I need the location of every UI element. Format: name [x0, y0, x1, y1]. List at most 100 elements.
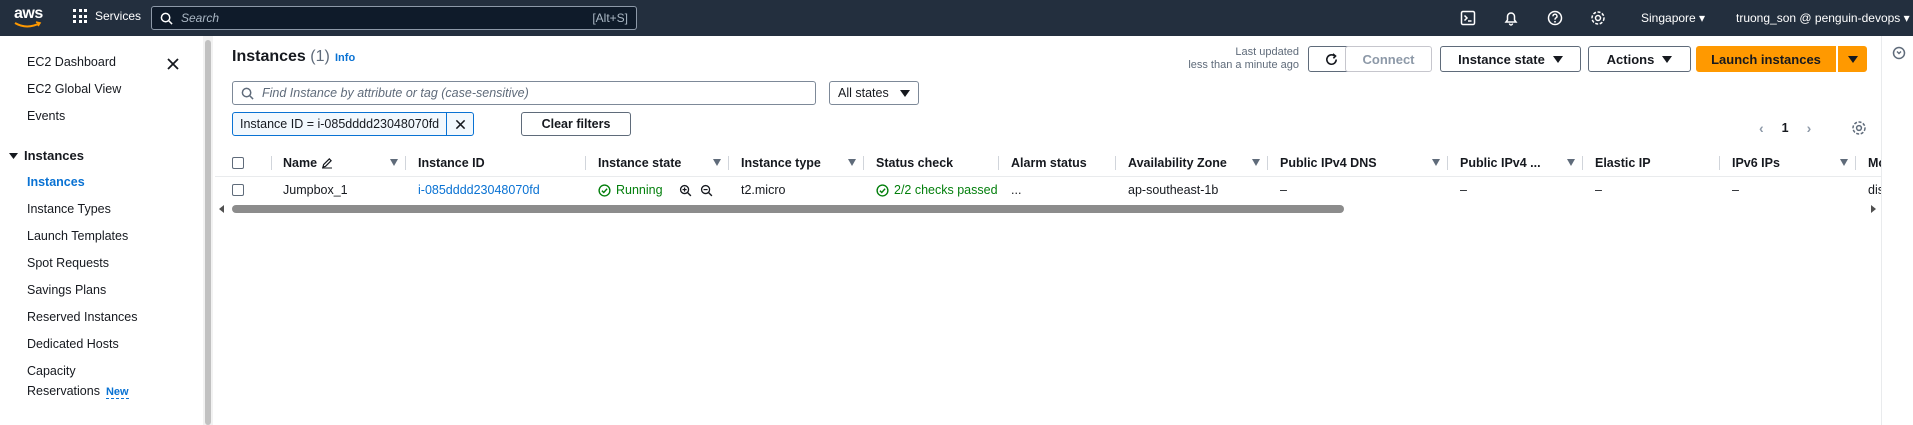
- filter-token[interactable]: Instance ID = i-085dddd23048070fd: [232, 112, 475, 136]
- zoom-out-icon[interactable]: [700, 184, 713, 197]
- previous-page-button[interactable]: ‹: [1759, 120, 1764, 136]
- new-badge: New: [105, 386, 129, 399]
- pencil-icon: [322, 158, 333, 169]
- horizontal-scroll-thumb[interactable]: [232, 205, 1344, 213]
- sort-down-icon[interactable]: [1840, 159, 1848, 166]
- refresh-icon: [1325, 52, 1337, 65]
- column-label: Name: [283, 156, 318, 170]
- caret-down-icon: [900, 89, 910, 97]
- connect-button[interactable]: Connect: [1345, 46, 1432, 72]
- column-header-alarm-status[interactable]: Alarm status: [999, 150, 1116, 176]
- cell-instance-state: Running: [586, 177, 729, 203]
- scroll-left-arrow[interactable]: [219, 205, 224, 213]
- sidebar-item-reserved-instances[interactable]: Reserved Instances: [27, 310, 137, 324]
- sidebar-item-savings-plans[interactable]: Savings Plans: [27, 283, 106, 297]
- sidebar-scroll-thumb[interactable]: [205, 40, 211, 425]
- launch-instances-dropdown[interactable]: [1838, 46, 1867, 72]
- column-label: Elastic IP: [1595, 156, 1651, 170]
- cell-elastic-ip: –: [1595, 183, 1602, 197]
- sidebar-section-instances[interactable]: Instances: [9, 148, 84, 163]
- column-header-availability-zone[interactable]: Availability Zone: [1116, 150, 1268, 176]
- column-label: Availability Zone: [1128, 156, 1227, 170]
- scroll-right-arrow[interactable]: [1871, 205, 1876, 213]
- close-icon[interactable]: [165, 56, 181, 72]
- aws-logo[interactable]: aws: [14, 5, 44, 29]
- column-label: Status check: [876, 156, 954, 170]
- region-selector[interactable]: Singapore ▾: [1641, 11, 1705, 25]
- table-row[interactable]: Jumpbox_1 i-085dddd23048070fd Running t2…: [215, 176, 1881, 202]
- actions-dropdown[interactable]: Actions: [1588, 46, 1691, 72]
- sidebar-item-capacity[interactable]: Capacity: [27, 364, 76, 378]
- instance-state-filter-select[interactable]: All states: [829, 81, 919, 105]
- sort-down-icon[interactable]: [1567, 159, 1575, 166]
- sort-down-icon[interactable]: [713, 159, 721, 166]
- sidebar-item-instance-types[interactable]: Instance Types: [27, 202, 111, 216]
- column-header-monitoring[interactable]: Moni: [1856, 150, 1881, 176]
- sidebar-item-instances[interactable]: Instances: [27, 175, 85, 189]
- caret-down-icon: [9, 152, 18, 159]
- search-icon: [241, 87, 254, 100]
- global-search-input[interactable]: [181, 11, 593, 25]
- select-all-checkbox[interactable]: [232, 157, 244, 169]
- column-header-instance-type[interactable]: Instance type: [729, 150, 864, 176]
- sort-down-icon[interactable]: [1432, 159, 1440, 166]
- cell-instance-type: t2.micro: [741, 183, 786, 197]
- column-header-instance-id[interactable]: Instance ID: [406, 150, 586, 176]
- check-circle-icon: [876, 183, 889, 197]
- instance-filter-input[interactable]: [262, 86, 807, 100]
- sort-down-icon[interactable]: [390, 159, 398, 166]
- info-link[interactable]: Info: [335, 52, 355, 64]
- sidebar-item-events[interactable]: Events: [27, 109, 65, 123]
- bell-icon[interactable]: [1503, 10, 1519, 26]
- settings-icon[interactable]: [1590, 10, 1606, 26]
- global-search[interactable]: [Alt+S]: [151, 6, 637, 30]
- cell-alarm-status[interactable]: ...: [999, 177, 1116, 203]
- column-header-ipv6-ips[interactable]: IPv6 IPs: [1720, 150, 1856, 176]
- sort-down-icon[interactable]: [848, 159, 856, 166]
- column-header-status-check[interactable]: Status check: [864, 150, 999, 176]
- clear-filters-button[interactable]: Clear filters: [521, 112, 631, 136]
- caret-down-icon: [1552, 55, 1563, 63]
- table-horizontal-scrollbar[interactable]: [215, 204, 1881, 214]
- sidebar-item-ec2-global-view[interactable]: EC2 Global View: [27, 82, 121, 96]
- sidebar-item-ec2-dashboard[interactable]: EC2 Dashboard: [27, 55, 116, 69]
- column-header-elastic-ip[interactable]: Elastic IP: [1583, 150, 1720, 176]
- search-shortcut-hint: [Alt+S]: [592, 11, 628, 25]
- services-menu[interactable]: Services: [73, 9, 141, 23]
- help-icon[interactable]: [1547, 10, 1563, 26]
- sidebar-item-dedicated-hosts[interactable]: Dedicated Hosts: [27, 337, 119, 351]
- cell-public-ipv4-dns: –: [1280, 183, 1287, 197]
- sidebar-item-launch-templates[interactable]: Launch Templates: [27, 229, 128, 243]
- cloudshell-icon[interactable]: [1460, 10, 1476, 26]
- next-page-button[interactable]: ›: [1807, 120, 1812, 136]
- row-select-cell: [232, 177, 272, 203]
- tools-panel-icon[interactable]: [1892, 46, 1906, 60]
- current-page[interactable]: 1: [1782, 121, 1789, 135]
- gear-icon[interactable]: [1851, 120, 1867, 136]
- aws-logo-text: aws: [14, 5, 43, 22]
- column-label: IPv6 IPs: [1732, 156, 1780, 170]
- services-label: Services: [95, 9, 142, 23]
- cell-public-ipv4: –: [1460, 183, 1467, 197]
- sidebar-item-capacity-reservations[interactable]: Reservations New: [27, 384, 129, 399]
- zoom-in-icon[interactable]: [679, 184, 692, 197]
- column-header-instance-state[interactable]: Instance state: [586, 150, 729, 176]
- actions-label: Actions: [1606, 51, 1655, 67]
- account-menu[interactable]: truong_son @ penguin-devops ▾: [1736, 11, 1910, 25]
- cell-instance-id-link[interactable]: i-085dddd23048070fd: [406, 177, 586, 203]
- column-header-name[interactable]: Name: [277, 150, 406, 176]
- search-icon: [160, 12, 173, 25]
- instance-state-dropdown[interactable]: Instance state: [1440, 46, 1581, 72]
- sidebar-item-spot-requests[interactable]: Spot Requests: [27, 256, 109, 270]
- close-icon: [455, 119, 465, 129]
- sort-down-icon[interactable]: [1252, 159, 1260, 166]
- row-checkbox[interactable]: [232, 184, 244, 196]
- launch-instances-button[interactable]: Launch instances: [1696, 46, 1836, 72]
- sidebar-scrollbar[interactable]: [203, 36, 213, 425]
- instance-filter[interactable]: [232, 81, 816, 105]
- remove-filter-button[interactable]: [447, 113, 473, 135]
- column-header-public-ipv4-dns[interactable]: Public IPv4 DNS: [1268, 150, 1448, 176]
- column-header-public-ipv4[interactable]: Public IPv4 ...: [1448, 150, 1583, 176]
- tools-panel-rail: [1881, 36, 1913, 425]
- select-all-cell: [232, 150, 272, 176]
